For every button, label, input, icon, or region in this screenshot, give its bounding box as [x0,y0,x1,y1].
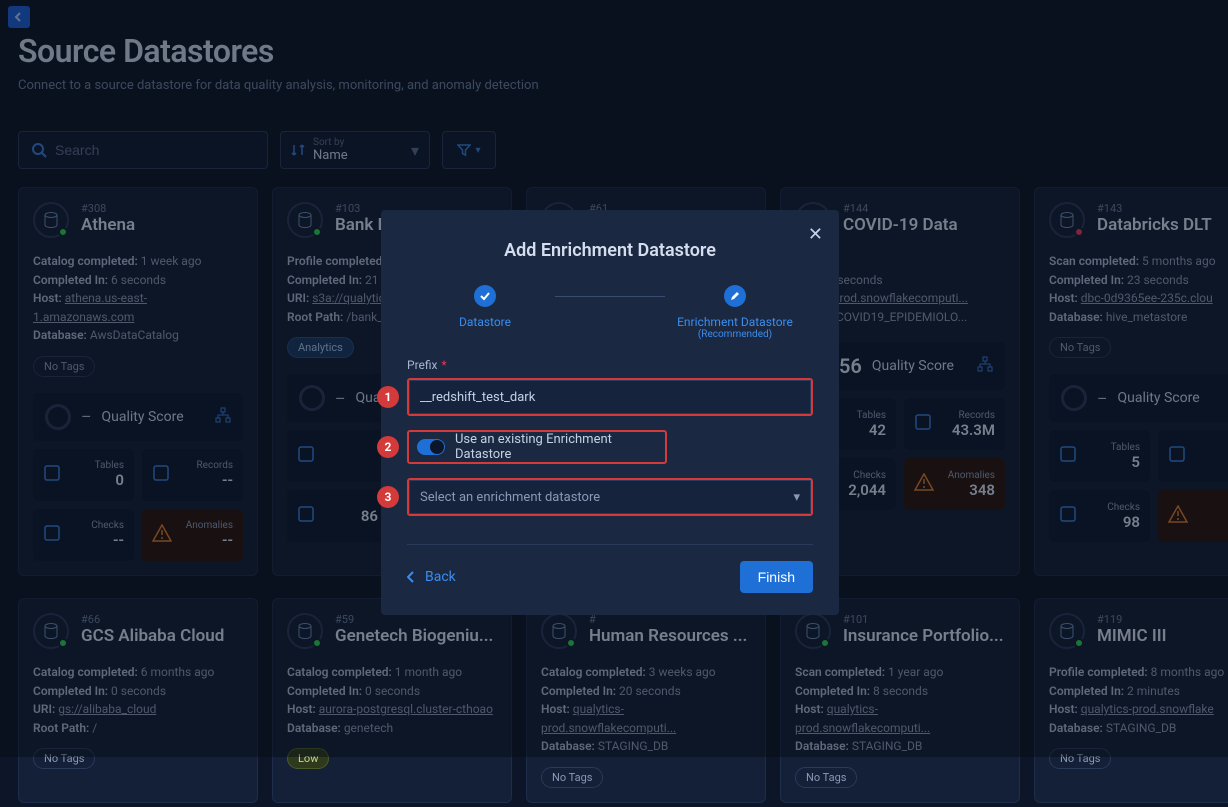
enrichment-select[interactable]: Select an enrichment datastore ▾ [409,480,811,514]
callout-badge-3: 3 [377,486,399,508]
step-2-sublabel: (Recommended) [698,329,772,340]
step-1-label: Datastore [459,315,511,329]
prefix-input[interactable]: __redshift_test_dark [409,380,811,414]
step-connector [555,296,665,297]
step-1-done-icon [474,285,496,307]
toggle-label: Use an existing Enrichment Datastore [455,432,657,462]
step-2-edit-icon [724,285,746,307]
callout-badge-2: 2 [377,436,399,458]
close-icon[interactable]: ✕ [808,224,823,245]
back-button[interactable]: Back [407,569,456,585]
chevron-down-icon: ▾ [793,490,800,505]
step-2-label: Enrichment Datastore [677,315,793,329]
modal-title: Add Enrichment Datastore [407,240,813,261]
select-placeholder: Select an enrichment datastore [420,490,600,505]
tag: No Tags [541,767,603,788]
select-highlight: 3 Select an enrichment datastore ▾ [407,478,813,516]
finish-button[interactable]: Finish [740,561,813,593]
prefix-label: Prefix* [407,358,813,372]
prefix-highlight: 1 __redshift_test_dark [407,378,813,416]
toggle-highlight: 2 Use an existing Enrichment Datastore [407,430,667,464]
add-enrichment-modal: ✕ Add Enrichment Datastore Datastore Enr… [381,210,839,615]
stepper: Datastore Enrichment Datastore (Recommen… [407,285,813,340]
callout-badge-1: 1 [377,386,399,408]
use-existing-toggle[interactable] [417,439,445,455]
divider [407,544,813,545]
chevron-left-icon [407,571,415,583]
tag: No Tags [795,767,857,788]
